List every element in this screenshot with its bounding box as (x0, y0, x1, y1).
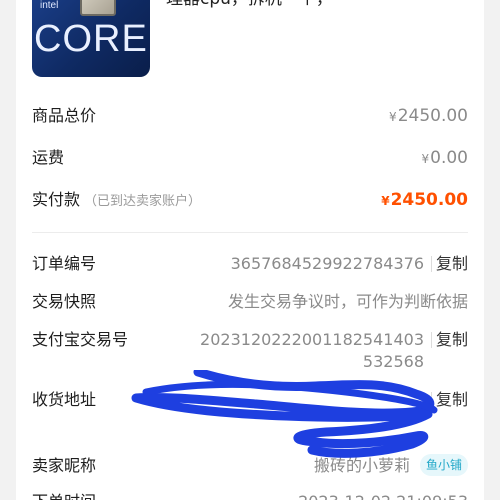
order-time-label: 下单时间 (32, 490, 96, 500)
total-price-value: ¥2450.00 (389, 106, 468, 126)
shipping-row: 运费 ¥0.00 (32, 146, 468, 172)
order-time-value: 2023-12-02 21:09:53 (298, 490, 468, 500)
paid-row: 实付款 （已到达卖家账户） ¥2450.00 (32, 188, 468, 214)
core-logo-text: CORE (34, 18, 148, 60)
shipping-value: ¥0.00 (421, 148, 469, 168)
paid-note: （已到达卖家账户） (84, 194, 202, 209)
order-time-row: 下单时间 2023-12-02 21:09:53 (32, 490, 468, 500)
snapshot-label: 交易快照 (32, 292, 97, 311)
alipay-label: 支付宝交易号 (32, 330, 129, 349)
paid-value: ¥2450.00 (381, 190, 468, 210)
order-number-value: 3657684529922784376 (230, 254, 424, 273)
copy-alipay-number-button[interactable]: 复制 (436, 328, 468, 352)
order-number-row: 订单编号 3657684529922784376 复制 (32, 252, 468, 278)
total-price-label: 商品总价 (32, 106, 97, 125)
order-number-label: 订单编号 (32, 254, 97, 273)
snapshot-text[interactable]: 发生交易争议时，可作为判断依据 (228, 290, 468, 314)
cpu-chip-image (80, 0, 116, 16)
shipping-label: 运费 (32, 148, 65, 167)
total-price-row: 商品总价 ¥2450.00 (32, 104, 468, 130)
divider (32, 232, 468, 233)
seller-label: 卖家昵称 (32, 456, 97, 475)
alipay-row: 支付宝交易号 20231202220011825414​03 532568 复制 (32, 328, 468, 374)
intel-logo: intel (40, 0, 59, 11)
snapshot-row[interactable]: 交易快照 发生交易争议时，可作为判断依据 (32, 290, 468, 316)
order-detail-card: intel CORE 理器cpu，拆机一个， 商品总价 ¥2450.00 运费 … (16, 0, 484, 500)
copy-order-number-button[interactable]: 复制 (436, 252, 468, 276)
product-thumbnail[interactable]: intel CORE (32, 0, 150, 77)
product-title[interactable]: 理器cpu，拆机一个， (166, 0, 333, 9)
address-label: 收货地址 (32, 390, 97, 409)
separator (431, 332, 432, 348)
paid-label: 实付款 （已到达卖家账户） (32, 190, 202, 209)
redaction-scribble (131, 370, 438, 458)
separator (431, 256, 432, 272)
alipay-number-line1: 20231202220011825414​03 (200, 330, 424, 349)
